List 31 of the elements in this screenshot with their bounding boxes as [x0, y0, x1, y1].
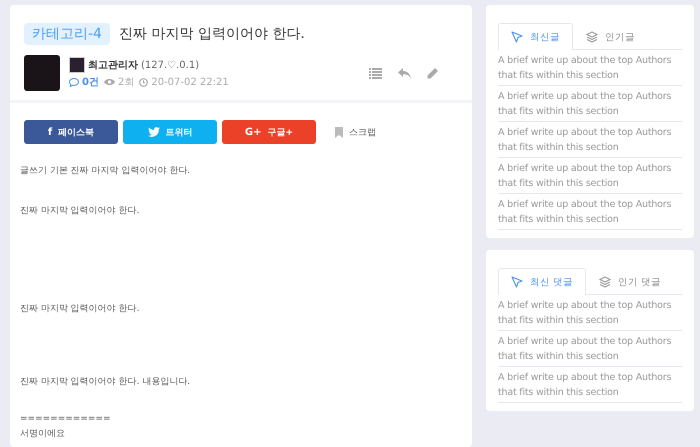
tab[interactable]: 최신글 [498, 23, 573, 50]
tab[interactable]: 인기 댓글 [586, 268, 674, 295]
view-count: 2회 [118, 76, 134, 89]
tab[interactable]: 최신 댓글 [498, 268, 586, 295]
body-text: 글쓰기 기본 진짜 마지막 입력이어야 한다. [20, 165, 192, 178]
facebook-logo-icon: f [48, 126, 52, 138]
body-text: 진짜 마지막 입력이어야 한다. [20, 303, 140, 316]
post-link[interactable]: A brief write up about the top Authors that fits within this section [498, 122, 682, 158]
post-link[interactable]: A brief write up about the top Authors that fits within this section [498, 367, 682, 403]
post-date: 20-07-02 22:21 [151, 76, 229, 88]
category-badge[interactable]: 카테고리-4 [24, 23, 110, 45]
author-ip: (127.♡.0.1) [141, 60, 200, 70]
author-name[interactable]: 최고관리자 [88, 58, 138, 72]
post-link[interactable]: A brief write up about the top Authors that fits within this section [498, 194, 682, 230]
post-link[interactable]: A brief write up about the top Authors that fits within this section [498, 331, 682, 367]
body-text: 서명이에요 [20, 428, 66, 441]
tab[interactable]: 인기글 [573, 23, 648, 50]
body-text: 진짜 마지막 입력이어야 한다. [20, 205, 140, 218]
post-title: 진짜 마지막 입력이어야 한다. [118, 25, 305, 43]
body-text: ============ [20, 413, 112, 426]
google-logo-icon: G+ [244, 126, 262, 138]
post-link[interactable]: A brief write up about the top Authors that fits within this section [498, 158, 682, 194]
post-link[interactable]: A brief write up about the top Authors that fits within this section [498, 86, 682, 122]
facebook-share-button[interactable]: f 페이스북 [24, 120, 118, 144]
scrap-button[interactable]: 스크랩 [329, 124, 382, 140]
post-link[interactable]: A brief write up about the top Authors that fits within this section [498, 50, 682, 86]
google-share-button[interactable]: G+ 구글+ [222, 120, 316, 144]
twitter-share-button[interactable]: 트위터 [123, 120, 217, 144]
post-link[interactable]: A brief write up about the top Authors that fits within this section [498, 295, 682, 331]
body-text: 진짜 마지막 입력이어야 한다. 내용입니다. [20, 376, 192, 389]
comment-count: 0건 [82, 76, 99, 89]
